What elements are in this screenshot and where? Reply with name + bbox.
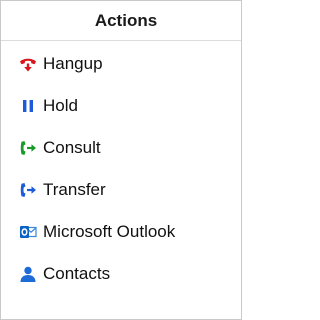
action-label: Contacts bbox=[43, 264, 111, 283]
consult-icon bbox=[19, 139, 37, 157]
action-label: Transfer bbox=[43, 180, 106, 199]
action-label: Hangup bbox=[43, 54, 103, 73]
actions-menu: Hangup Hold Consult Transfer Microsoft O… bbox=[1, 41, 241, 295]
action-hangup[interactable]: Hangup bbox=[1, 43, 241, 85]
action-hold[interactable]: Hold bbox=[1, 85, 241, 127]
contacts-icon bbox=[19, 265, 37, 283]
action-microsoft-outlook[interactable]: Microsoft Outlook bbox=[1, 211, 241, 253]
phone-hangup-icon bbox=[19, 55, 37, 73]
panel-title: Actions bbox=[94, 10, 158, 30]
action-contacts[interactable]: Contacts bbox=[1, 253, 241, 295]
action-consult[interactable]: Consult bbox=[1, 127, 241, 169]
outlook-icon bbox=[19, 223, 37, 241]
action-label: Microsoft Outlook bbox=[43, 222, 176, 241]
transfer-icon bbox=[19, 181, 37, 199]
action-label: Hold bbox=[43, 96, 78, 115]
panel-header: Actions bbox=[1, 1, 241, 41]
pause-icon bbox=[19, 97, 37, 115]
action-transfer[interactable]: Transfer bbox=[1, 169, 241, 211]
actions-panel: Actions Hangup Hold Consult Transfer Mic… bbox=[0, 0, 242, 320]
action-label: Consult bbox=[43, 138, 101, 157]
